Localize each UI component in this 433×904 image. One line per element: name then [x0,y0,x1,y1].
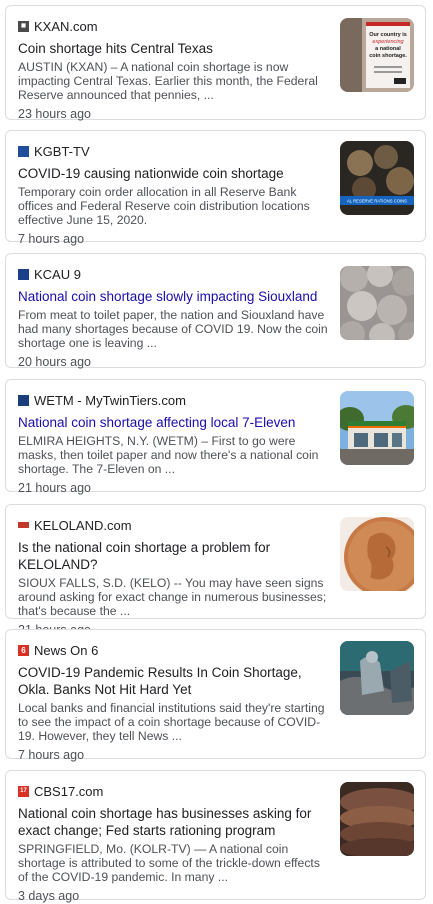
svg-text:a national: a national [375,46,401,52]
news-time: 7 hours ago [18,748,85,762]
news-snippet: From meat to toilet paper, the nation an… [18,308,328,350]
source-name: WETM - MyTwinTiers.com [34,392,186,408]
thumb-caption: AL RESERVE RATIONS COINS [347,199,407,204]
source-favicon-icon: 6 [18,644,29,656]
news-card[interactable]: KGBT-TV COVID-19 causing nationwide coin… [5,130,426,246]
news-thumbnail[interactable]: Our country is experiencing a national c… [340,18,414,92]
source-name: KCAU 9 [34,266,81,282]
source-name: KELOLAND.com [34,517,132,533]
news-thumbnail[interactable] [340,641,414,715]
news-thumbnail[interactable] [340,266,414,340]
source-name: CBS17.com [34,783,104,799]
source-name: KGBT-TV [34,143,90,159]
svg-text:experiencing: experiencing [372,39,404,45]
news-thumbnail[interactable] [340,391,414,465]
source-name: News On 6 [34,642,99,658]
news-snippet: Local banks and financial institutions s… [18,701,325,743]
news-snippet: Temporary coin order allocation in all R… [18,185,310,227]
news-card[interactable]: 17 CBS17.com National coin shortage has … [5,770,426,903]
news-title[interactable]: National coin shortage affecting local 7… [18,414,323,431]
source-favicon-icon: 17 [18,785,29,797]
news-title[interactable]: COVID-19 causing nationwide coin shortag… [18,165,323,182]
source-favicon-icon [18,394,29,406]
news-snippet: SPRINGFIELD, Mo. (KOLR-TV) — A national … [18,842,320,884]
source-favicon-icon: ◼ [18,20,29,32]
news-title[interactable]: Is the national coin shortage a problem … [18,539,323,573]
news-time: 7 hours ago [18,232,85,246]
news-thumbnail[interactable] [340,782,414,856]
source-name: KXAN.com [34,18,98,34]
news-card[interactable]: ◼ KXAN.com Coin shortage hits Central Te… [5,5,426,121]
news-snippet: AUSTIN (KXAN) – A national coin shortage… [18,60,318,102]
source-favicon-icon [18,145,29,157]
news-title[interactable]: National coin shortage has businesses as… [18,805,323,839]
news-time: 21 hours ago [18,481,91,495]
news-time: 23 hours ago [18,107,91,121]
news-time: 20 hours ago [18,355,91,369]
news-title[interactable]: National coin shortage slowly impacting … [18,288,323,305]
news-title[interactable]: Coin shortage hits Central Texas [18,40,323,57]
news-card[interactable]: WETM - MyTwinTiers.com National coin sho… [5,379,426,495]
svg-text:Our country is: Our country is [369,32,407,38]
news-snippet: ELMIRA HEIGHTS, N.Y. (WETM) – First to g… [18,434,319,476]
source-favicon-icon [18,522,29,528]
news-card[interactable]: 6 News On 6 COVID-19 Pandemic Results In… [5,629,426,762]
news-card[interactable]: KCAU 9 National coin shortage slowly imp… [5,253,426,369]
news-time: 3 days ago [18,889,80,903]
news-thumbnail[interactable]: AL RESERVE RATIONS COINS [340,141,414,215]
news-snippet: SIOUX FALLS, S.D. (KELO) -- You may have… [18,576,327,618]
news-card[interactable]: KELOLAND.com Is the national coin shorta… [5,504,426,637]
news-thumbnail[interactable] [340,517,414,591]
source-favicon-icon [18,268,29,280]
news-title[interactable]: COVID-19 Pandemic Results In Coin Shorta… [18,664,323,698]
svg-text:coin shortage.: coin shortage. [369,53,407,59]
